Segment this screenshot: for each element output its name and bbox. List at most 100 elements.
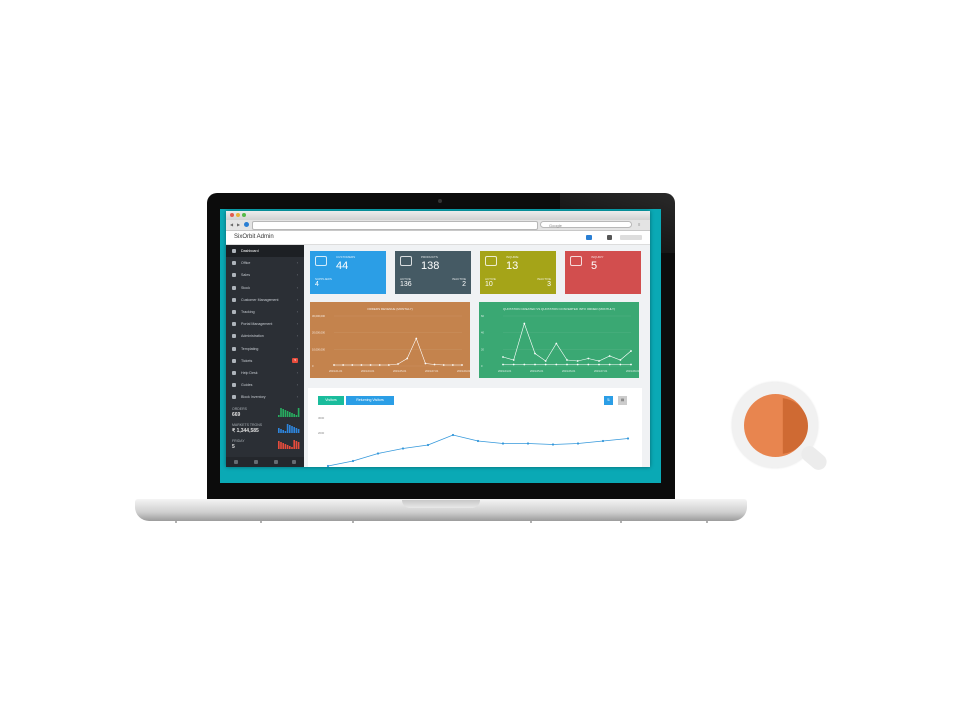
spark-bar xyxy=(282,443,284,449)
tile-sub-value: 2 xyxy=(462,281,466,288)
spark-bar xyxy=(286,445,289,449)
search-input[interactable]: Google xyxy=(540,221,632,228)
sidebar-item[interactable]: Office › xyxy=(226,257,304,269)
forward-icon[interactable]: ▶ xyxy=(237,221,240,228)
gear-icon xyxy=(232,334,236,339)
stat-value: ₹ 1,344,585 xyxy=(232,428,259,434)
home-icon[interactable] xyxy=(244,222,249,227)
chevron-right-icon: › xyxy=(296,322,298,327)
spark-bar xyxy=(280,442,282,449)
y-tick-label: 0 xyxy=(481,364,483,368)
lock-icon[interactable] xyxy=(274,460,278,464)
stat-tile[interactable]: INQUIRY 5 xyxy=(565,251,641,294)
data-point xyxy=(378,364,381,366)
data-point xyxy=(608,363,611,366)
y-tick-label: 30,000,000 xyxy=(312,314,326,318)
chevron-right-icon: › xyxy=(296,285,298,290)
sidebar-item-label: Sales xyxy=(241,273,250,278)
spark-bar xyxy=(289,412,291,417)
sidebar-item[interactable]: Block Inventory › xyxy=(226,391,304,403)
power-icon[interactable] xyxy=(292,460,296,464)
book-icon xyxy=(232,383,236,388)
menu-icon[interactable]: ≡ xyxy=(638,221,640,228)
y-tick-label: 20,000,000 xyxy=(312,331,326,335)
data-point xyxy=(451,364,454,366)
user-menu[interactable] xyxy=(620,235,642,240)
chevron-right-icon: › xyxy=(296,334,298,339)
monitor-icon[interactable] xyxy=(254,460,258,464)
sidebar-item-label: Administration xyxy=(241,334,264,339)
sidebar-item[interactable]: Templating › xyxy=(226,343,304,355)
chevron-right-icon: › xyxy=(296,346,298,351)
data-point xyxy=(387,364,390,366)
stat-tile[interactable]: PRODUCTS 138 ACTIVE 136 INACTIVE 2 xyxy=(395,251,471,294)
ticket-badge: 5 xyxy=(292,357,298,363)
x-tick-label: 2019-03-01 xyxy=(361,369,375,373)
laptop-foot xyxy=(706,521,708,523)
data-point xyxy=(451,433,455,437)
data-point xyxy=(502,356,504,358)
tile-sub-value: 10 xyxy=(485,281,493,288)
notification-icon[interactable] xyxy=(586,235,592,240)
y-tick-label: 0 xyxy=(312,364,314,368)
chevron-right-icon: › xyxy=(296,395,298,400)
tile-label: INQUIRY xyxy=(591,255,604,259)
template-icon xyxy=(232,346,236,351)
spark-bar xyxy=(280,408,282,417)
visitors-line xyxy=(327,434,629,467)
data-point xyxy=(544,363,547,366)
quotation-chart: QUOTATION CREATED VS QUOTATION CONVERTED… xyxy=(479,302,639,378)
sidebar-item-label: Tickets xyxy=(241,358,253,363)
x-tick-label: 2019-06-01 xyxy=(562,369,576,373)
messages-icon[interactable] xyxy=(607,235,612,240)
spark-bar xyxy=(291,426,293,433)
spark-bar xyxy=(284,444,287,449)
browser-titlebar xyxy=(226,211,650,220)
close-icon[interactable] xyxy=(230,213,234,217)
data-point xyxy=(397,363,399,365)
maximize-icon[interactable] xyxy=(242,213,246,217)
sidebar-item[interactable]: Tracking › xyxy=(226,306,304,318)
spark-bar xyxy=(286,411,289,417)
data-point xyxy=(523,363,526,366)
back-icon[interactable]: ◀ xyxy=(230,221,233,228)
sidebar-item[interactable]: Guides › xyxy=(226,379,304,391)
url-bar[interactable] xyxy=(252,221,538,230)
data-point xyxy=(555,363,558,366)
sidebar-item-label: Templating xyxy=(241,346,259,351)
stat-tile[interactable]: INQUIRE 13 ACTIVE 10 INACTIVE 3 xyxy=(480,251,556,294)
stat-tile[interactable]: CUSTOMERS 44 SUPPLIERS 4 xyxy=(310,251,386,294)
chevron-right-icon: › xyxy=(296,297,298,302)
sidebar-item[interactable]: Sales › xyxy=(226,269,304,281)
sidebar-item[interactable]: Dashboard xyxy=(226,245,304,257)
data-point xyxy=(360,364,363,366)
x-tick-label: 2019-05-01 xyxy=(393,369,407,373)
laptop-notch xyxy=(402,500,480,508)
chevron-right-icon: › xyxy=(296,273,298,278)
data-point xyxy=(376,452,380,455)
data-point xyxy=(526,442,530,445)
minimize-icon[interactable] xyxy=(236,213,240,217)
tile-value: 5 xyxy=(591,260,598,272)
revenue-chart: ORDERS REVENUE (MONTHLY) 30,000,000 20,00… xyxy=(310,302,470,378)
sidebar-item-label: Portal Management xyxy=(241,322,273,327)
laptop-foot xyxy=(530,521,532,523)
data-point xyxy=(512,359,515,361)
settings-icon[interactable] xyxy=(234,460,238,464)
sidebar-item[interactable]: Tickets 5 xyxy=(226,355,304,367)
spark-bar xyxy=(289,425,291,433)
sidebar-item[interactable]: Stock › xyxy=(226,282,304,294)
sidebar-item[interactable]: Portal Management › xyxy=(226,318,304,330)
data-point xyxy=(534,363,536,366)
data-point xyxy=(512,363,515,366)
spark-bar xyxy=(297,429,300,433)
spark-bar xyxy=(291,447,293,449)
data-point xyxy=(576,442,580,445)
spark-bar xyxy=(293,427,295,433)
sidebar-item[interactable]: Customer Management › xyxy=(226,294,304,306)
x-tick-label: 2019-04-01 xyxy=(498,369,512,373)
sidebar-item[interactable]: Help Desk › xyxy=(226,367,304,379)
sidebar: Dashboard Office › Sales › Stock › Customer Man… xyxy=(226,245,304,467)
spark-bar xyxy=(280,429,282,433)
sidebar-item[interactable]: Administration › xyxy=(226,330,304,342)
